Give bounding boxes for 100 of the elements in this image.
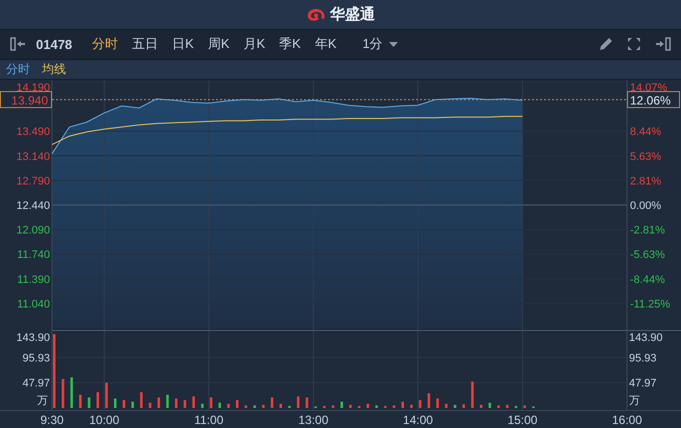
- time-axis-label: 13:00: [298, 413, 328, 427]
- volume-bar: [105, 382, 108, 408]
- volume-bar: [323, 406, 326, 408]
- price-axis-label: 12.790: [16, 175, 50, 188]
- period-tab[interactable]: 周K: [204, 35, 234, 54]
- volume-bar: [488, 402, 492, 408]
- volume-bar: [122, 400, 126, 408]
- percent-axis-label: -5.63%: [630, 249, 665, 262]
- time-axis-label: 15:00: [507, 413, 538, 427]
- volume-bar: [514, 406, 518, 408]
- volume-bar: [244, 405, 248, 408]
- volume-bar: [218, 402, 222, 408]
- time-axis-label: 14:00: [402, 413, 433, 427]
- price-axis-label: 14.190: [16, 82, 50, 94]
- volume-bar: [471, 382, 474, 408]
- volume-bar: [436, 398, 439, 408]
- time-axis-label: 11:00: [194, 413, 224, 427]
- volume-axis-label: 143.90: [16, 332, 50, 344]
- caret-icon: [388, 42, 398, 47]
- price-axis-label: 11.390: [17, 274, 50, 286]
- percent-axis-label: -8.44%: [630, 274, 665, 286]
- volume-bar: [280, 404, 282, 408]
- legend-label: 分时: [6, 60, 30, 78]
- volume-bar: [184, 400, 186, 408]
- price-axis-label: 12.440: [16, 200, 50, 212]
- volume-bar: [140, 392, 143, 408]
- percent-axis-label: 0.00%: [630, 200, 662, 212]
- volume-bar: [131, 402, 134, 408]
- logo-text: 华盛通: [330, 5, 375, 24]
- period-tab[interactable]: 日K: [168, 35, 198, 54]
- percent-axis-label: -11.25%: [630, 298, 670, 310]
- interval-dropdown[interactable]: 1分: [356, 34, 404, 54]
- volume-axis-label: 95.93: [629, 352, 657, 364]
- price-axis-label: 11.040: [17, 298, 50, 310]
- volume-bar: [375, 405, 378, 408]
- stock-code: 01478: [36, 36, 72, 52]
- volume-bar: [306, 397, 308, 408]
- volume-bar: [384, 406, 387, 408]
- volume-bar: [296, 396, 300, 408]
- price-axis-label: 13.490: [16, 126, 50, 138]
- price-axis-label: 12.090: [16, 224, 50, 237]
- volume-bar: [201, 404, 204, 408]
- volume-bar: [158, 397, 160, 408]
- percent-axis-label: 14.07%: [630, 82, 668, 94]
- volume-bar: [192, 396, 195, 408]
- volume-bar: [410, 404, 413, 408]
- volume-bar: [418, 400, 422, 408]
- volume-bar: [288, 406, 291, 408]
- volume-bar: [174, 398, 178, 408]
- volume-bar: [340, 402, 343, 408]
- volume-bar: [428, 393, 430, 408]
- volume-bar: [445, 404, 448, 408]
- volume-bar: [480, 404, 482, 408]
- volume-bar: [88, 397, 90, 408]
- period-tab[interactable]: 季K: [275, 35, 305, 54]
- percent-axis-label: 2.81%: [630, 175, 662, 188]
- volume-bar: [166, 394, 169, 408]
- period-tab[interactable]: 五日: [128, 35, 162, 54]
- price-axis-label: 13.140: [16, 150, 50, 163]
- volume-unit: 万: [629, 395, 640, 407]
- volume-bar: [506, 404, 509, 408]
- percent-axis-label: 5.63%: [630, 150, 662, 163]
- volume-axis-label: 143.90: [629, 332, 663, 344]
- price-axis-label: 11.740: [17, 249, 50, 262]
- price-tag: 13.940: [0, 91, 52, 108]
- volume-bar: [454, 404, 456, 408]
- volume-bar: [358, 406, 360, 408]
- volume-bar: [332, 405, 334, 408]
- logo-icon: [306, 6, 326, 23]
- percent-tag: 12.06%: [627, 91, 680, 108]
- volume-bar: [96, 392, 100, 408]
- time-axis-label: 16:00: [612, 413, 642, 427]
- volume-bar: [497, 405, 500, 408]
- volume-bar: [227, 404, 230, 408]
- volume-bar: [79, 394, 82, 408]
- volume-bar: [366, 404, 370, 408]
- period-tab[interactable]: 年K: [310, 35, 341, 54]
- volume-axis-label: 95.93: [22, 352, 50, 364]
- volume-bar: [62, 378, 64, 408]
- volume-bar: [148, 402, 152, 408]
- volume-bar: [262, 404, 265, 408]
- volume-unit: 万: [37, 395, 48, 407]
- percent-axis-label: -2.81%: [630, 224, 665, 237]
- time-axis-label: 9:30: [40, 413, 64, 427]
- volume-bar: [401, 402, 404, 408]
- volume-bar: [70, 377, 73, 408]
- volume-bar: [462, 404, 465, 408]
- volume-bar: [210, 397, 212, 408]
- time-axis-label: 10:00: [89, 413, 120, 427]
- volume-axis-label: 47.97: [22, 378, 50, 390]
- volume-bar: [349, 404, 352, 408]
- percent-axis-label: 8.44%: [630, 126, 662, 138]
- period-tab[interactable]: 分时: [88, 35, 122, 54]
- volume-bar: [392, 405, 396, 408]
- volume-bar: [253, 405, 256, 408]
- period-tab[interactable]: 月K: [240, 35, 270, 54]
- volume-bar: [236, 400, 238, 408]
- volume-axis-label: 47.97: [629, 378, 657, 390]
- volume-bar: [523, 405, 526, 408]
- volume-bar: [114, 398, 116, 408]
